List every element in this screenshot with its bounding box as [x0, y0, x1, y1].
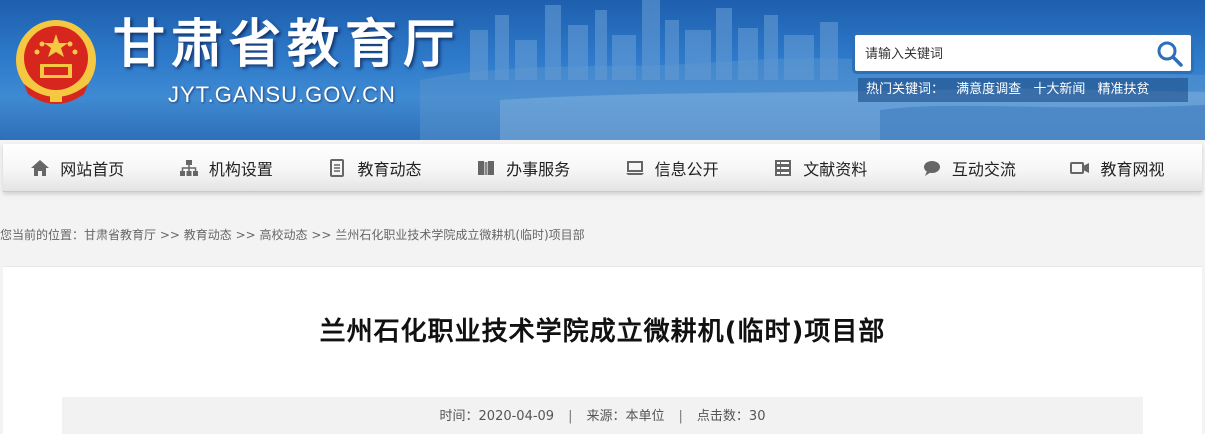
- article-title: 兰州石化职业技术学院成立微耕机(临时)项目部: [319, 317, 886, 347]
- nav-item-label: 教育动态: [357, 160, 422, 179]
- video-icon: [1070, 162, 1090, 174]
- nav-item-education-tv[interactable]: 教育网视: [1043, 144, 1192, 192]
- breadcrumb-link-university-news[interactable]: 高校动态: [260, 228, 308, 242]
- breadcrumb-separator: >>: [231, 228, 260, 242]
- nav-item-services[interactable]: 办事服务: [449, 144, 598, 192]
- chat-icon: [923, 161, 940, 176]
- nav-item-documents[interactable]: 文献资料: [746, 144, 895, 192]
- breadcrumb: 您当前的位置：甘肃省教育厅 >> 教育动态 >> 高校动态 >> 兰州石化职业技…: [0, 226, 585, 243]
- laptop-icon: [625, 161, 644, 175]
- search-icon[interactable]: [1155, 39, 1185, 69]
- nav-item-info-disclosure[interactable]: 信息公开: [597, 144, 746, 192]
- document-icon: [330, 159, 345, 177]
- national-emblem-icon: [16, 20, 96, 104]
- list-icon: [775, 160, 792, 176]
- home-icon: [31, 160, 50, 176]
- breadcrumb-prefix: 您当前的位置：: [0, 228, 85, 242]
- meta-separator: |: [678, 409, 683, 424]
- search-input[interactable]: [865, 43, 1145, 65]
- nav-item-label: 网站首页: [60, 160, 125, 179]
- article-date: 2020-04-09: [478, 409, 555, 424]
- article-meta: 时间：2020-04-09 | 来源：本单位 | 点击数：30: [62, 397, 1143, 434]
- breadcrumb-link-current[interactable]: 兰州石化职业技术学院成立微耕机(临时)项目部: [335, 228, 584, 242]
- main-nav: 网站首页 机构设置 教育动态 办事服务 信息公开 文献资料 互动交流 教育网视: [3, 144, 1202, 192]
- nav-item-label: 教育网视: [1100, 160, 1165, 179]
- nav-item-home[interactable]: 网站首页: [3, 144, 152, 192]
- nav-item-education-news[interactable]: 教育动态: [300, 144, 449, 192]
- breadcrumb-separator: >>: [307, 228, 336, 242]
- hot-keyword-link[interactable]: 精准扶贫: [1097, 82, 1149, 97]
- breadcrumb-link-home[interactable]: 甘肃省教育厅: [84, 228, 156, 242]
- nav-item-interaction[interactable]: 互动交流: [895, 144, 1044, 192]
- book-icon: [478, 161, 495, 175]
- nav-item-label: 互动交流: [951, 160, 1016, 179]
- search-box: [852, 32, 1194, 74]
- date-label: 时间：: [439, 409, 479, 424]
- clicks-label: 点击数：: [696, 409, 749, 424]
- nav-item-label: 信息公开: [654, 160, 719, 179]
- hot-keyword-link[interactable]: 十大新闻: [1033, 82, 1085, 97]
- article-source: 本单位: [625, 409, 665, 424]
- site-header: 甘肃省教育厅 JYT.GANSU.GOV.CN 热门关键词： 满意度调查 十大新…: [0, 0, 1205, 140]
- nav-item-organization[interactable]: 机构设置: [152, 144, 301, 192]
- site-title: 甘肃省教育厅: [113, 15, 462, 75]
- nav-item-label: 机构设置: [208, 160, 273, 179]
- hot-keywords-label: 热门关键词：: [866, 82, 945, 97]
- site-domain: JYT.GANSU.GOV.CN: [168, 82, 396, 107]
- article-panel: 兰州石化职业技术学院成立微耕机(临时)项目部 时间：2020-04-09 | 来源：…: [3, 266, 1202, 434]
- hot-keyword-link[interactable]: 满意度调查: [956, 82, 1021, 97]
- nav-item-label: 办事服务: [506, 160, 571, 179]
- article-clicks: 30: [748, 409, 766, 424]
- sitemap-icon: [179, 160, 198, 176]
- nav-item-label: 文献资料: [803, 160, 868, 179]
- hot-keywords: 热门关键词： 满意度调查 十大新闻 精准扶贫: [858, 78, 1188, 102]
- breadcrumb-separator: >>: [156, 228, 184, 242]
- breadcrumb-link-news[interactable]: 教育动态: [184, 228, 232, 242]
- meta-separator: |: [568, 409, 573, 424]
- source-label: 来源：: [586, 409, 626, 424]
